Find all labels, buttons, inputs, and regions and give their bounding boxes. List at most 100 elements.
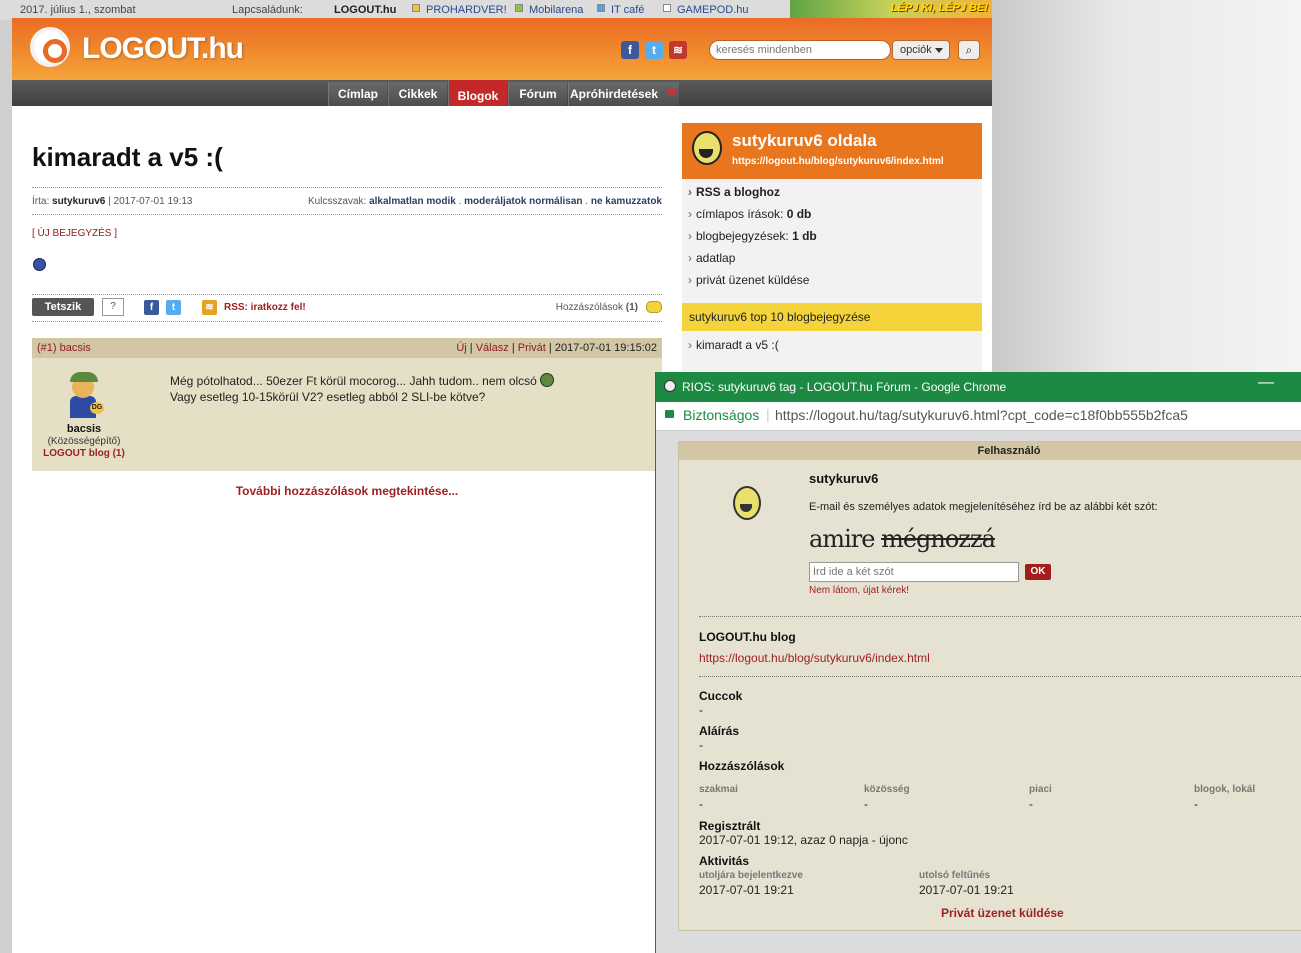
search-box: [709, 40, 891, 60]
post-author-link[interactable]: sutykuruv6: [52, 196, 105, 207]
top-entry-link[interactable]: kimaradt a v5 :(: [688, 338, 779, 352]
minimize-button[interactable]: —: [1258, 374, 1274, 392]
captcha-image: amire mégnozzá: [809, 525, 996, 553]
sidebar-item-profile[interactable]: adatlap: [688, 251, 735, 265]
comment-username[interactable]: bacsis: [32, 423, 136, 435]
new-entry-link[interactable]: [ ÚJ BEJEGYZÉS ]: [32, 228, 117, 239]
main-nav: Címlap Cikkek Blogok Fórum Apróhirdetése…: [12, 80, 992, 110]
rss-icon[interactable]: ≋: [202, 300, 217, 315]
banner-ad[interactable]: LÉPJ KI, LÉPJ BE!: [790, 0, 992, 18]
avatar[interactable]: DG: [68, 370, 104, 418]
tab-aprohirdetesek[interactable]: Apróhirdetések: [568, 82, 679, 106]
sidebar-item-private-message[interactable]: privát üzenet küldése: [688, 273, 809, 287]
sidebar-item-front-articles[interactable]: címlapos írások: 0 db: [688, 207, 811, 221]
comment-body: DG bacsis (Közösségépítő) LOGOUT blog (1…: [32, 358, 662, 471]
captcha-instructions: E-mail és személyes adatok megjelenítésé…: [809, 501, 1158, 513]
site-header: LOGOUT.hu f t ≋ opciók ⌕: [12, 18, 992, 80]
comments-count[interactable]: Hozzászólások (1): [556, 302, 638, 313]
post-action-bar: Tetszik ? f t ≋ RSS: iratkozz fel! Hozzá…: [32, 294, 662, 322]
private-message-link[interactable]: Privát üzenet küldése: [941, 906, 1064, 920]
facebook-icon[interactable]: f: [621, 41, 639, 59]
user-profile-panel: Felhasználó sutykuruv6 E-mail és személy…: [678, 441, 1301, 931]
emoticon-icon: [540, 373, 555, 387]
address-url[interactable]: https://logout.hu/tag/sutykuruv6.html?cp…: [775, 407, 1188, 423]
cuccok-value: -: [699, 703, 703, 717]
site-link-gamepod[interactable]: GAMEPOD.hu: [663, 4, 749, 16]
stat-label: szakmai: [699, 784, 738, 795]
activity-sub-value: 2017-07-01 19:21: [699, 883, 794, 897]
alairas-value: -: [699, 738, 703, 752]
hozzaszolasok-label: Hozzászólások: [699, 759, 785, 773]
window-titlebar[interactable]: RIOS: sutykuruv6 tag - LOGOUT.hu Fórum -…: [656, 372, 1301, 402]
site-link-logout[interactable]: LOGOUT.hu: [334, 4, 396, 16]
comment-private-link[interactable]: Privát: [518, 342, 546, 354]
like-help-button[interactable]: ?: [102, 298, 124, 316]
comment-text: Még pótolhatod... 50ezer Ft körül mocoro…: [170, 373, 555, 405]
family-label: Lapcsaládunk:: [232, 4, 303, 16]
stat-value: -: [864, 797, 868, 811]
twitter-icon[interactable]: t: [645, 41, 663, 59]
window-title: RIOS: sutykuruv6 tag - LOGOUT.hu Fórum -…: [682, 380, 1007, 394]
post-date: 2017-07-01 19:13: [113, 196, 193, 207]
search-input[interactable]: [710, 41, 886, 59]
stat-label: közösség: [864, 784, 910, 795]
site-link-prohardver[interactable]: PROHARDVER!: [412, 4, 507, 16]
sad-smiley-icon: [33, 258, 46, 271]
twitter-share-icon[interactable]: t: [166, 300, 181, 315]
keyword-link[interactable]: ne kamuzzatok: [591, 196, 662, 207]
more-comments-link[interactable]: További hozzászólások megtekintése...: [32, 484, 662, 498]
top-entries-header: sutykuruv6 top 10 blogbejegyzése: [682, 303, 982, 331]
comment-reply-link[interactable]: Válasz: [476, 342, 509, 354]
new-captcha-link[interactable]: Nem látom, újat kérek!: [809, 585, 909, 596]
chevron-down-icon: [935, 48, 943, 53]
keyword-link[interactable]: moderáljatok normálisan: [464, 196, 582, 207]
profile-username: sutykuruv6: [809, 471, 879, 486]
comment-user-role: (Közösségépítő): [47, 436, 121, 447]
comment-datetime: 2017-07-01 19:15:02: [554, 342, 657, 354]
lock-icon: [665, 410, 674, 418]
logo-icon[interactable]: [30, 27, 70, 67]
alairas-label: Aláírás: [699, 724, 740, 738]
address-bar[interactable]: Biztonságos | https://logout.hu/tag/suty…: [656, 402, 1301, 431]
post-title: kimaradt a v5 :(: [32, 142, 223, 172]
captcha-input[interactable]: [809, 562, 1019, 582]
divider: [699, 676, 1301, 677]
facebook-share-icon[interactable]: f: [144, 300, 159, 315]
blog-sidebar-header: sutykuruv6 oldala https://logout.hu/blog…: [682, 123, 982, 179]
blog-title[interactable]: sutykuruv6 oldala: [732, 131, 877, 151]
tab-cikkek[interactable]: Cikkek: [388, 82, 447, 106]
activity-sub-label: utoljára bejelentkezve: [699, 870, 803, 881]
search-icon: ⌕: [965, 43, 973, 57]
tab-cimlap[interactable]: Címlap: [328, 82, 387, 106]
tab-forum[interactable]: Fórum: [508, 82, 567, 106]
blog-section-label: LOGOUT.hu blog: [699, 630, 796, 644]
search-button[interactable]: ⌕: [958, 40, 980, 60]
sidebar-item-blog-entries[interactable]: blogbejegyzések: 1 db: [688, 229, 817, 243]
blog-sidebar-list: RSS a bloghoz címlapos írások: 0 db blog…: [682, 179, 982, 303]
rss-icon[interactable]: ≋: [669, 41, 687, 59]
rss-blog-link[interactable]: RSS a bloghoz: [688, 185, 780, 199]
comment-header: (#1) bacsis Új | Válasz | Privát | 2017-…: [32, 338, 662, 358]
site-link-itcafe[interactable]: IT café: [597, 4, 644, 16]
activity-label: Aktivitás: [699, 854, 750, 868]
registered-value: 2017-07-01 19:12, azaz 0 napja - újonc: [699, 833, 908, 847]
comment-new-link[interactable]: Új: [456, 342, 466, 354]
comment-bubble-icon[interactable]: [646, 301, 662, 313]
rss-subscribe-link[interactable]: RSS: iratkozz fel!: [224, 302, 306, 313]
profile-blog-link[interactable]: https://logout.hu/blog/sutykuruv6/index.…: [699, 651, 930, 665]
search-options-dropdown[interactable]: opciók: [892, 40, 950, 60]
stat-label: blogok, lokál: [1194, 784, 1256, 795]
keyword-link[interactable]: alkalmatlan modik: [369, 196, 456, 207]
site-link-mobilarena[interactable]: Mobilarena: [515, 4, 583, 16]
blog-url-link[interactable]: https://logout.hu/blog/sutykuruv6/index.…: [732, 156, 944, 167]
activity-sub-value: 2017-07-01 19:21: [919, 883, 1014, 897]
like-button[interactable]: Tetszik: [32, 298, 94, 316]
captcha-ok-button[interactable]: OK: [1025, 564, 1051, 580]
post-meta: Írta: sutykuruv6 | 2017-07-01 19:13 Kulc…: [32, 187, 662, 215]
stat-value: -: [699, 797, 703, 811]
chevron-down-icon: [666, 90, 679, 97]
comment-number[interactable]: (#1): [37, 342, 57, 354]
comment-user-link[interactable]: bacsis: [60, 342, 91, 354]
comment-user-blog-link[interactable]: LOGOUT blog (1): [32, 448, 136, 459]
site-logo[interactable]: LOGOUT.hu: [82, 32, 244, 66]
